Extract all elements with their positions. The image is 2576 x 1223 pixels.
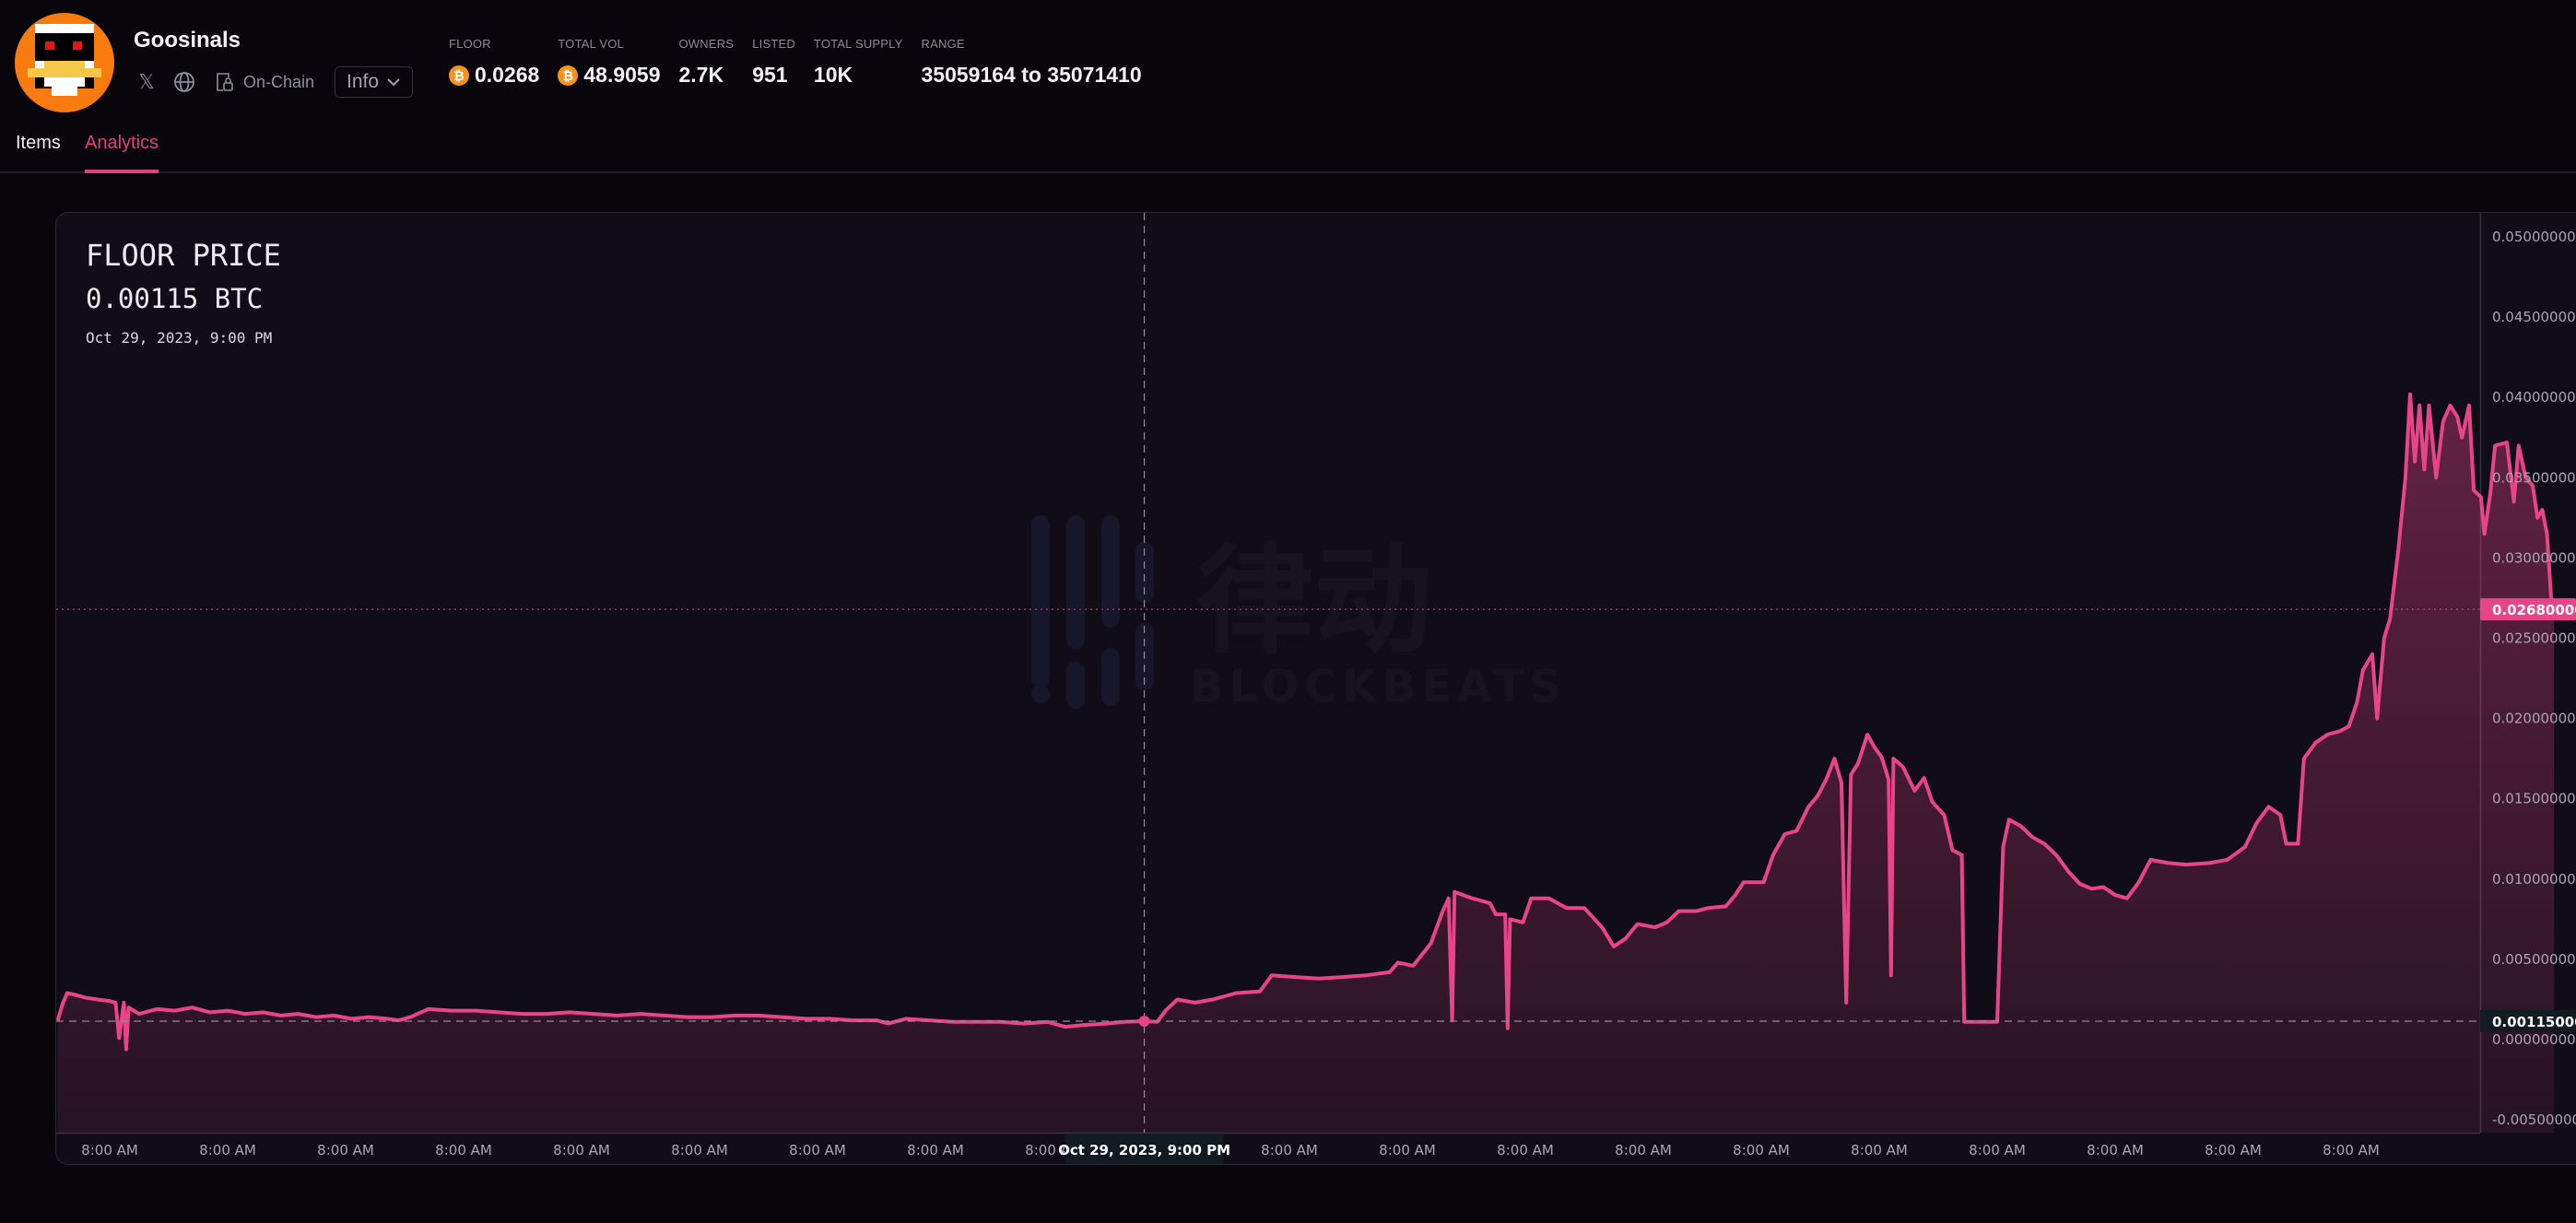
on-chain-label: On-Chain bbox=[243, 72, 315, 91]
last-price-label: 0.02680000 bbox=[2492, 602, 2576, 618]
stat-label: FLOOR bbox=[449, 37, 491, 51]
stat-value-text: 0.0268 bbox=[475, 63, 540, 87]
x-tick-label: 8:00 AM bbox=[1615, 1142, 1672, 1158]
stat-label: TOTAL SUPPLY bbox=[813, 37, 903, 51]
y-tick-label: 0.02000000 bbox=[2492, 711, 2576, 727]
y-tick-label: 0.01000000 bbox=[2492, 871, 2576, 888]
x-tick-label: 8:00 AM bbox=[2205, 1142, 2262, 1158]
collection-stats: FLOOR ₿ 0.0268 TOTAL VOL ₿ 48.9059 OWNERS 2.7K L… bbox=[449, 37, 1160, 88]
tab-items[interactable]: Items bbox=[16, 133, 61, 168]
bitcoin-icon: ₿ bbox=[558, 65, 579, 86]
stat-total-supply: TOTAL SUPPLY 10K bbox=[814, 37, 903, 88]
y-tick-label: 0.00000000 bbox=[2492, 1031, 2576, 1048]
x-tick-label: 8:00 AM bbox=[1733, 1142, 1790, 1158]
stat-label: RANGE bbox=[921, 37, 965, 51]
x-tick-label: 8:00 AM bbox=[553, 1142, 610, 1158]
y-tick-label: -0.00500000 bbox=[2492, 1111, 2576, 1128]
stat-owners: OWNERS 2.7K bbox=[679, 37, 735, 88]
stat-listed: LISTED 951 bbox=[752, 37, 795, 88]
floor-price-chart-panel: 律动 BLOCKBEATS 0.05000000 0.04500000 0.040000… bbox=[55, 212, 2576, 1165]
x-tick-label: 8:00 AM bbox=[1969, 1142, 2026, 1158]
x-tick-label: 8:00 AM bbox=[317, 1142, 374, 1158]
x-tick-label: 8:00 AM bbox=[2323, 1142, 2380, 1158]
stat-value-text: 951 bbox=[752, 63, 788, 87]
x-tick-label: 8:00 AM bbox=[671, 1142, 728, 1158]
y-tick-label: 0.01500000 bbox=[2492, 791, 2576, 807]
x-tick-label: 8:00 AM bbox=[2087, 1142, 2144, 1158]
stat-floor: FLOOR ₿ 0.0268 bbox=[449, 37, 539, 88]
y-tick-label: 0.05000000 bbox=[2492, 229, 2576, 245]
bitcoin-icon: ₿ bbox=[449, 65, 469, 86]
tab-analytics[interactable]: Analytics bbox=[85, 133, 159, 173]
lock-file-icon bbox=[217, 73, 233, 91]
collection-name: Goosinals bbox=[134, 28, 241, 53]
tab-bar: Items Analytics bbox=[0, 129, 2576, 173]
stat-value: 35059164 to 35071410 bbox=[921, 63, 1141, 88]
chart-title: FLOOR PRICE bbox=[86, 238, 281, 273]
y-tick-label: 0.03500000 bbox=[2492, 469, 2576, 486]
on-chain-link[interactable]: On-Chain bbox=[216, 72, 314, 92]
svg-text:律动: 律动 bbox=[1196, 533, 1432, 670]
info-dropdown-button[interactable]: Info bbox=[335, 66, 414, 98]
stat-value: 2.7K bbox=[679, 63, 735, 88]
stat-value-text: 35059164 to 35071410 bbox=[921, 63, 1142, 87]
stat-value: 10K bbox=[814, 63, 903, 88]
x-tick-label: 8:00 AM bbox=[1497, 1142, 1554, 1158]
info-label: Info bbox=[347, 71, 380, 92]
stat-value: ₿ 48.9059 bbox=[558, 63, 661, 88]
x-tick-label: 8:00 AM bbox=[1379, 1142, 1436, 1158]
stat-label: OWNERS bbox=[678, 37, 735, 51]
stat-value: ₿ 0.0268 bbox=[449, 63, 539, 88]
crosshair-time-label: Oct 29, 2023, 9:00 PM bbox=[1058, 1142, 1230, 1158]
y-tick-label: 0.04000000 bbox=[2492, 389, 2576, 406]
x-tick-label: 8:00 AM bbox=[199, 1142, 256, 1158]
y-tick-label: 0.00500000 bbox=[2492, 951, 2576, 968]
x-tick-label: 8:00 AM bbox=[789, 1142, 846, 1158]
x-tick-label: 8:00 AM bbox=[907, 1142, 964, 1158]
y-tick-label: 0.04500000 bbox=[2492, 309, 2576, 325]
x-logo-icon[interactable]: 𝕏 bbox=[136, 72, 157, 92]
svg-text:BLOCKBEATS: BLOCKBEATS bbox=[1190, 661, 1567, 712]
floor-price-chart[interactable]: 律动BLOCKBEATS 0.05000000 0.04500000 0.040000… bbox=[56, 213, 2576, 1164]
stat-value-text: 10K bbox=[813, 63, 853, 87]
stat-range: RANGE 35059164 to 35071410 bbox=[921, 37, 1141, 88]
collection-avatar bbox=[15, 13, 114, 112]
stat-value: 951 bbox=[752, 63, 795, 88]
chevron-down-icon bbox=[387, 78, 400, 87]
crosshair-point bbox=[1138, 1015, 1150, 1027]
price-area-fill bbox=[57, 394, 2555, 1133]
x-tick-label: 8:00 AM bbox=[1851, 1142, 1908, 1158]
y-tick-label: 0.03000000 bbox=[2492, 549, 2576, 566]
chart-hover-date: Oct 29, 2023, 9:00 PM bbox=[86, 329, 273, 347]
x-tick-label: 8:00 AM bbox=[81, 1142, 138, 1158]
collection-links: 𝕏 On-Chain Info bbox=[134, 66, 414, 98]
stat-label: LISTED bbox=[752, 37, 795, 51]
chart-hover-value: 0.00115 BTC bbox=[86, 283, 264, 314]
stat-value-text: 2.7K bbox=[678, 63, 724, 87]
stat-label: TOTAL VOL bbox=[558, 37, 624, 51]
stat-total-vol: TOTAL VOL ₿ 48.9059 bbox=[558, 37, 661, 88]
globe-icon[interactable] bbox=[173, 71, 195, 93]
stat-value-text: 48.9059 bbox=[583, 63, 661, 87]
blockbeats-watermark: 律动BLOCKBEATS bbox=[1031, 515, 1567, 712]
x-tick-label: 8:00 AM bbox=[1261, 1142, 1318, 1158]
y-tick-label: 0.02500000 bbox=[2492, 630, 2576, 647]
x-tick-label: 8:00 AM bbox=[435, 1142, 492, 1158]
crosshair-price-label: 0.00115000 bbox=[2492, 1014, 2576, 1030]
